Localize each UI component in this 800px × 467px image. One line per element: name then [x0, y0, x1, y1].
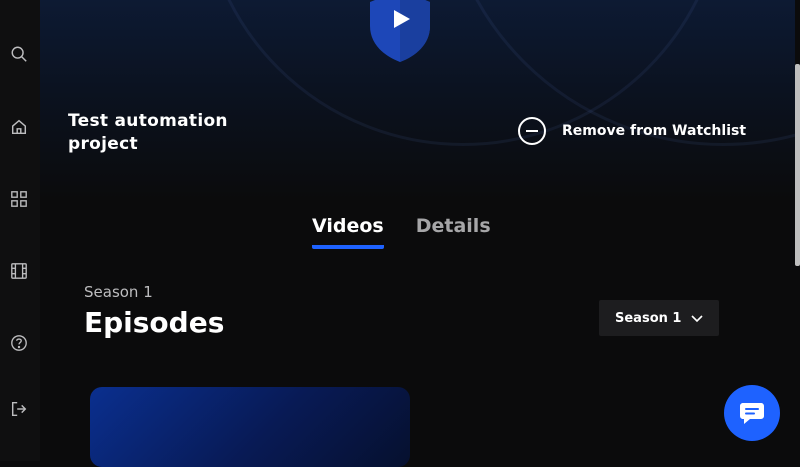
remove-from-watchlist-button[interactable]: Remove from Watchlist: [518, 115, 746, 147]
grid-icon[interactable]: [9, 189, 29, 209]
episode-card[interactable]: [90, 387, 410, 467]
search-icon[interactable]: [9, 44, 29, 64]
watchlist-label: Remove from Watchlist: [562, 123, 747, 139]
film-icon[interactable]: [9, 261, 29, 281]
season-select-value: Season 1: [615, 310, 682, 326]
chevron-down-icon: [691, 315, 703, 323]
season-select[interactable]: Season 1: [599, 300, 719, 336]
episodes-heading: Episodes: [84, 306, 225, 339]
logout-icon[interactable]: [9, 399, 29, 419]
project-title: Test automation project: [68, 111, 228, 154]
help-icon[interactable]: [9, 333, 29, 353]
sidebar: [0, 0, 40, 461]
tab-bar: Videos Details: [312, 215, 523, 249]
tab-videos[interactable]: Videos: [312, 215, 384, 249]
tab-details[interactable]: Details: [416, 215, 491, 249]
chat-button[interactable]: [724, 385, 780, 441]
minus-circle-icon: [518, 117, 546, 145]
chat-icon: [740, 403, 764, 424]
home-icon[interactable]: [9, 117, 29, 137]
shield-play-logo: [368, 0, 432, 62]
season-subtitle: Season 1: [84, 283, 153, 301]
scrollbar-thumb[interactable]: [795, 64, 800, 266]
